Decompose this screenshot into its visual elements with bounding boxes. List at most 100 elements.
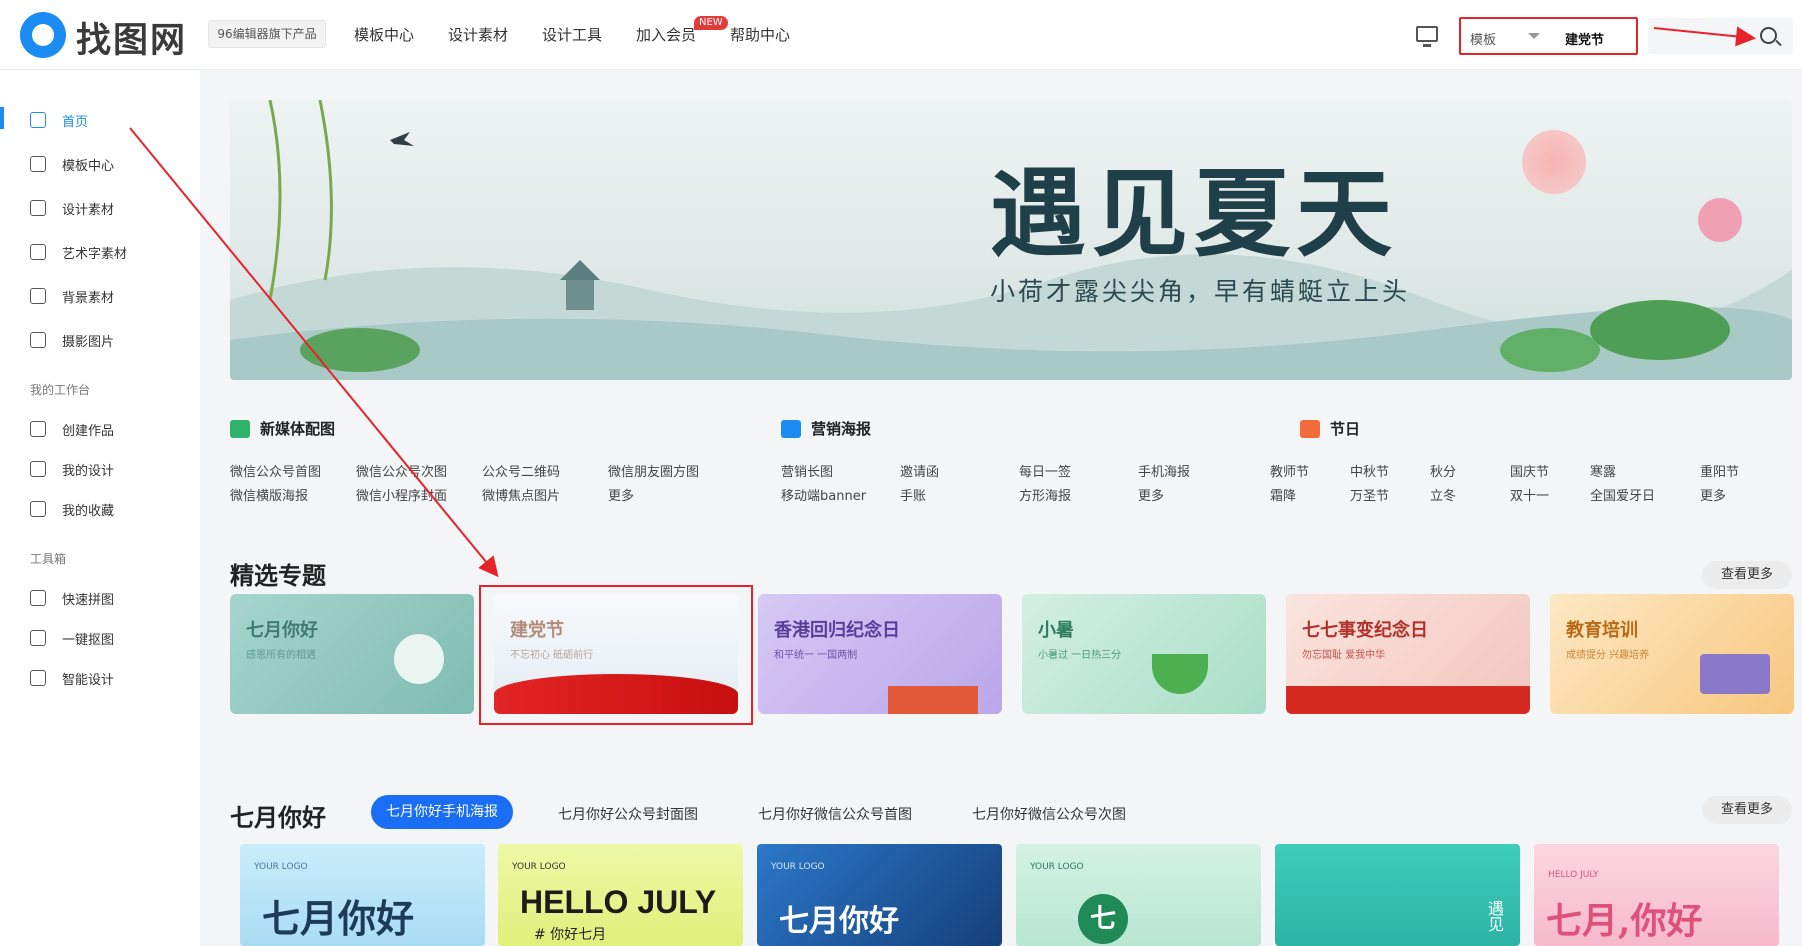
nav-join-member[interactable]: 加入会员	[636, 24, 696, 45]
topic-title: 教育培训	[1566, 620, 1638, 641]
cat-link[interactable]: 微信横版海报	[230, 485, 308, 504]
poster-card[interactable]: YOUR LOGO 七	[1016, 844, 1261, 946]
cat-link[interactable]: 寒露	[1590, 461, 1616, 480]
cat-link[interactable]: 微信小程序封面	[356, 485, 447, 504]
poster-title: 遇见	[1485, 900, 1504, 932]
cat-link[interactable]: 教师节	[1270, 461, 1309, 480]
cat-link[interactable]: 霜降	[1270, 485, 1296, 504]
cat-link[interactable]: 微信朋友圈方图	[608, 461, 699, 480]
cutout-icon	[30, 630, 46, 646]
watermelon-illustration	[1152, 654, 1208, 694]
search-input[interactable]: 建党节	[1565, 29, 1604, 48]
poster-logo: YOUR LOGO	[1030, 862, 1084, 872]
featured-more-button[interactable]: 查看更多	[1702, 561, 1792, 589]
cat-more-link[interactable]: 更多	[1700, 485, 1726, 504]
cat-link[interactable]: 公众号二维码	[482, 461, 560, 480]
ai-design-icon	[30, 670, 46, 686]
sidebar-item-cutout[interactable]: 一键抠图	[30, 626, 114, 650]
poster-card[interactable]: YOUR LOGO 七月你好	[240, 844, 485, 946]
banner-sun	[1522, 130, 1586, 194]
cat-link[interactable]: 微信公众号次图	[356, 461, 447, 480]
cat-link[interactable]: 双十一	[1510, 485, 1549, 504]
new-badge: NEW	[694, 16, 728, 30]
cat-link[interactable]: 每日一签	[1019, 461, 1071, 480]
cat-link[interactable]: 重阳节	[1700, 461, 1739, 480]
topic-title: 七月你好	[246, 620, 318, 641]
nav-template-center[interactable]: 模板中心	[354, 24, 414, 45]
poster-title: 七月,你好	[1546, 900, 1703, 942]
hero-banner[interactable]: 遇见夏天 小荷才露尖尖角，早有蜻蜓立上头	[230, 100, 1792, 380]
cat-link[interactable]: 移动端banner	[781, 485, 866, 504]
cat-link[interactable]: 立冬	[1430, 485, 1456, 504]
site-logo[interactable]: 找图网	[76, 12, 187, 63]
topic-title: 小暑	[1038, 620, 1074, 641]
poster-card[interactable]: 遇见	[1275, 844, 1520, 946]
create-icon	[30, 421, 46, 437]
cat-more-link[interactable]: 更多	[1138, 485, 1164, 504]
search-icon[interactable]	[1760, 27, 1777, 44]
poster-card[interactable]: HELLO JULY 七月,你好	[1534, 844, 1779, 946]
poster-card[interactable]: YOUR LOGO 七月你好	[757, 844, 1002, 946]
july-section-title: 七月你好	[230, 804, 326, 832]
logo-icon[interactable]	[20, 12, 66, 58]
sidebar-item-home[interactable]: 首页	[30, 108, 88, 132]
product-tag: 96编辑器旗下产品	[208, 20, 326, 48]
template-icon	[30, 156, 46, 172]
sidebar-item-create[interactable]: 创建作品	[30, 417, 114, 441]
cat-link[interactable]: 微博焦点图片	[482, 485, 560, 504]
search-type-select[interactable]: 模板	[1470, 29, 1496, 48]
poster-title: 七月你好	[262, 896, 415, 941]
topic-card-july[interactable]: 七月你好 感恩所有的相遇	[230, 594, 474, 714]
cat-more-link[interactable]: 更多	[608, 485, 634, 504]
sidebar-item-backgrounds[interactable]: 背景素材	[30, 284, 114, 308]
highlight-box	[479, 585, 753, 725]
cat-link[interactable]: 国庆节	[1510, 461, 1549, 480]
cat-link[interactable]: 微信公众号首图	[230, 461, 321, 480]
tab-july-first-image[interactable]: 七月你好微信公众号首图	[758, 804, 912, 824]
sidebar-item-templates[interactable]: 模板中心	[30, 152, 114, 176]
tab-july-second-image[interactable]: 七月你好微信公众号次图	[972, 804, 1126, 824]
category-marketing-poster[interactable]: 营销海报	[781, 418, 871, 439]
tab-july-cover[interactable]: 七月你好公众号封面图	[558, 804, 698, 824]
cat-link[interactable]: 秋分	[1430, 461, 1456, 480]
nav-design-tools[interactable]: 设计工具	[542, 24, 602, 45]
poster-subtitle: HELLO JULY	[1548, 870, 1599, 880]
sidebar-item-art-font[interactable]: 艺术字素材	[30, 240, 127, 264]
nav-help-center[interactable]: 帮助中心	[730, 24, 790, 45]
sidebar-item-photos[interactable]: 摄影图片	[30, 328, 114, 352]
sidebar-item-my-design[interactable]: 我的设计	[30, 457, 114, 481]
poster-card[interactable]: YOUR LOGO HELLO JULY # 你好七月	[498, 844, 743, 946]
featured-section-title: 精选专题	[230, 562, 326, 590]
banner-title: 遇见夏天	[990, 157, 1398, 270]
topic-subtitle: 勿忘国耻 爱我中华	[1302, 650, 1386, 661]
topic-card-education[interactable]: 教育培训 成绩提分 兴趣培养	[1550, 594, 1794, 714]
topic-card-july7[interactable]: 七七事变纪念日 勿忘国耻 爱我中华	[1286, 594, 1530, 714]
nav-design-material[interactable]: 设计素材	[448, 24, 508, 45]
star-icon	[30, 501, 46, 517]
lotus-icon	[394, 634, 444, 684]
category-new-media[interactable]: 新媒体配图	[230, 418, 335, 439]
category-festivals[interactable]: 节日	[1300, 418, 1360, 439]
books-illustration	[1700, 654, 1770, 694]
chevron-down-icon[interactable]	[1528, 33, 1540, 39]
desktop-icon[interactable]	[1416, 26, 1438, 47]
sidebar-item-collage[interactable]: 快速拼图	[30, 586, 114, 610]
gift-icon	[1300, 419, 1320, 438]
topic-card-minor-heat[interactable]: 小暑 小暑过 一日热三分	[1022, 594, 1266, 714]
cat-link[interactable]: 万圣节	[1350, 485, 1389, 504]
cat-link[interactable]: 中秋节	[1350, 461, 1389, 480]
topic-card-hk-return[interactable]: 香港回归纪念日 和平统一 一国两制	[758, 594, 1002, 714]
july-more-button[interactable]: 查看更多	[1702, 796, 1792, 824]
cat-link[interactable]: 方形海报	[1019, 485, 1071, 504]
poster-subtitle: # 你好七月	[534, 927, 607, 943]
sidebar-item-materials[interactable]: 设计素材	[30, 196, 114, 220]
sidebar-item-ai-design[interactable]: 智能设计	[30, 666, 114, 690]
cat-link[interactable]: 邀请函	[900, 461, 939, 480]
cat-link[interactable]: 手机海报	[1138, 461, 1190, 480]
tab-july-mobile-poster[interactable]: 七月你好手机海报	[371, 795, 513, 829]
cat-link[interactable]: 营销长图	[781, 461, 833, 480]
poster-logo: YOUR LOGO	[254, 862, 308, 872]
sidebar-item-favorites[interactable]: 我的收藏	[30, 497, 114, 521]
cat-link[interactable]: 全国爱牙日	[1590, 485, 1655, 504]
cat-link[interactable]: 手账	[900, 485, 926, 504]
